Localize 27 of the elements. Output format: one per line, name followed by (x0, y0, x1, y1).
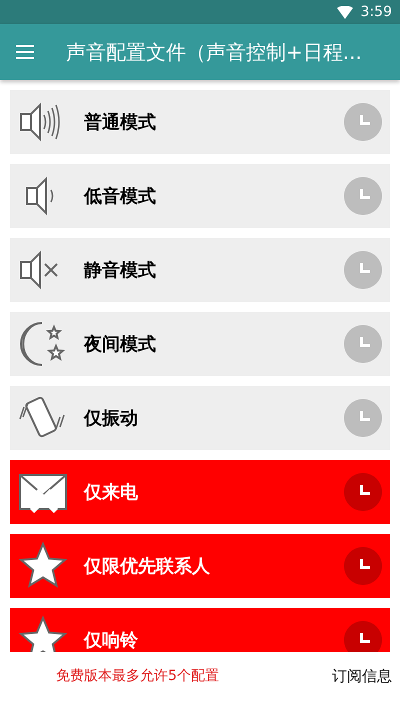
limit-notice: 免费版本最多允许5个配置 (56, 667, 219, 686)
subscription-link[interactable]: 订阅信息 (332, 665, 392, 688)
app-title: 声音配置文件（声音控制+日程... (66, 39, 362, 66)
profile-item[interactable]: 普通模式 (10, 90, 390, 154)
profile-name: 低音模式 (84, 184, 157, 208)
profile-item[interactable]: 夜间模式 (10, 312, 390, 376)
profile-item[interactable]: 仅振动 (10, 386, 390, 450)
schedule-clock-icon[interactable] (344, 621, 382, 652)
profile-item[interactable]: 静音模式 (10, 238, 390, 302)
profile-name: 仅振动 (84, 406, 139, 430)
schedule-clock-icon[interactable] (344, 547, 382, 585)
profile-item[interactable]: 低音模式 (10, 164, 390, 228)
profile-name: 夜间模式 (84, 332, 157, 356)
profile-name: 仅来电 (84, 480, 139, 504)
menu-icon[interactable] (16, 45, 34, 59)
wifi-icon (336, 6, 353, 18)
profile-item[interactable]: 仅限优先联系人 (10, 534, 390, 598)
schedule-clock-icon[interactable] (344, 473, 382, 511)
star-icon (18, 615, 68, 652)
profile-item[interactable]: 仅来电 (10, 460, 390, 524)
clock-time: 3:59 (360, 2, 392, 22)
profile-name: 仅响铃 (84, 628, 139, 652)
profile-item[interactable]: 仅响铃 (10, 608, 390, 652)
profile-name: 静音模式 (84, 258, 157, 282)
moon-stars-icon (18, 319, 68, 369)
profile-name: 普通模式 (84, 110, 157, 134)
profile-name: 仅限优先联系人 (84, 554, 211, 578)
